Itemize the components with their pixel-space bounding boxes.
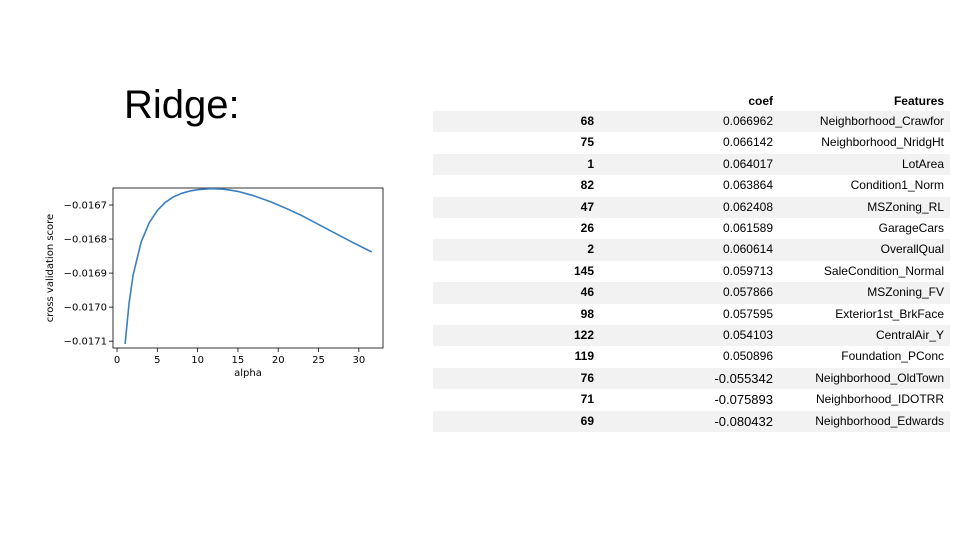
y-axis-label: cross validation score [45, 214, 56, 322]
x-tick-label: 0 [114, 355, 120, 366]
table-row: 46 0.057866 MSZoning_FV [433, 282, 950, 304]
row-coef: 0.066962 [604, 111, 779, 133]
table-row: 82 0.063864 Condition1_Norm [433, 175, 950, 196]
x-axis-label: alpha [234, 368, 262, 379]
coef-table: coef Features 68 0.066962 Neighborhood_Cra… [433, 92, 950, 433]
coef-table-container: coef Features 68 0.066962 Neighborhood_Cra… [433, 92, 950, 433]
features-header: Features [893, 94, 944, 108]
row-feature: Foundation_PConc [841, 349, 944, 364]
row-feature: OverallQual [779, 239, 950, 261]
row-feature: Neighborhood_OldTown [779, 367, 950, 390]
coef-header: coef [748, 94, 773, 108]
slide-title: Ridge: [124, 83, 240, 127]
row-coef: 0.050896 [722, 349, 773, 364]
row-feature: Condition1_Norm [850, 178, 944, 193]
row-coef: 0.066142 [722, 135, 773, 150]
table-row: 69 -0.080432 Neighborhood_Edwards [433, 410, 950, 433]
table-row: 119 0.050896 Foundation_PConc [433, 346, 950, 367]
y-tick-label: −0.0167 [64, 201, 107, 212]
x-tick-label: 5 [154, 355, 160, 366]
row-coef: 0.059713 [722, 263, 773, 278]
table-row: 75 0.066142 Neighborhood_NridgHt [433, 132, 950, 153]
row-coef: -0.080432 [604, 410, 779, 433]
row-index: 2 [433, 239, 604, 261]
x-tick-label: 15 [232, 355, 245, 366]
y-tick-label: −0.0171 [64, 337, 107, 348]
row-coef: 0.064017 [604, 153, 779, 176]
row-feature: Neighborhood_Crawfor [779, 111, 950, 133]
row-feature: MSZoning_RL [779, 196, 950, 219]
row-index: 76 [433, 367, 604, 390]
table-row: 122 0.054103 CentralAir_Y [433, 325, 950, 347]
row-feature: SaleCondition_Normal [823, 263, 944, 278]
chart-svg: 0 5 10 15 20 25 30 −0.0171 −0.0170 −0.0169 −0.0168… [45, 187, 384, 379]
row-feature: GarageCars [878, 221, 944, 236]
row-coef: 0.057866 [604, 282, 779, 304]
table-row: 47 0.062408 MSZoning_RL [433, 196, 950, 219]
row-coef: 0.063864 [722, 178, 773, 193]
row-index: 1 [433, 153, 604, 176]
y-tick-label: −0.0168 [64, 235, 107, 246]
x-tick-label: 30 [352, 355, 365, 366]
row-index: 47 [433, 196, 604, 219]
row-index: 26 [580, 221, 594, 236]
x-tick-label: 20 [272, 355, 285, 366]
row-coef: 0.054103 [604, 325, 779, 347]
row-index: 69 [433, 410, 604, 433]
table-row: 145 0.059713 SaleCondition_Normal [433, 261, 950, 282]
table-row: 2 0.060614 OverallQual [433, 239, 950, 261]
table-row: 26 0.061589 GarageCars [433, 218, 950, 239]
cv-score-line [124, 187, 373, 344]
row-feature: MSZoning_FV [779, 282, 950, 304]
row-index: 145 [573, 263, 594, 278]
table-row: 98 0.057595 Exterior1st_BrkFace [433, 304, 950, 325]
table-row: 68 0.066962 Neighborhood_Crawfor [433, 111, 950, 133]
row-index: 68 [433, 111, 604, 133]
row-feature: Neighborhood_NridgHt [821, 135, 944, 150]
row-index: 82 [580, 178, 594, 193]
row-index: 122 [433, 325, 604, 347]
table-row: 1 0.064017 LotArea [433, 153, 950, 176]
row-coef: -0.075893 [714, 392, 773, 408]
row-feature: Exterior1st_BrkFace [835, 306, 944, 321]
row-feature: Neighborhood_IDOTRR [815, 392, 944, 407]
index-header [433, 92, 604, 111]
table-row: 76 -0.055342 Neighborhood_OldTown [433, 367, 950, 390]
row-coef: 0.060614 [604, 239, 779, 261]
x-tick-label: 25 [312, 355, 325, 366]
row-feature: Neighborhood_Edwards [779, 410, 950, 433]
row-index: 98 [580, 306, 594, 321]
x-tick-label: 10 [191, 355, 204, 366]
table-body: 68 0.066962 Neighborhood_Crawfor 75 0.066142… [433, 111, 950, 433]
row-index: 119 [574, 349, 594, 364]
row-coef: 0.061589 [722, 221, 773, 236]
table-header-row: coef Features [433, 92, 950, 111]
row-coef: -0.055342 [604, 367, 779, 390]
row-feature: CentralAir_Y [779, 325, 950, 347]
y-tick-label: −0.0170 [64, 303, 107, 314]
row-coef: 0.057595 [722, 306, 773, 321]
row-coef: 0.062408 [604, 196, 779, 219]
row-index: 46 [433, 282, 604, 304]
row-feature: LotArea [779, 153, 950, 176]
plot-area-frame [112, 187, 384, 349]
y-tick-label: −0.0169 [64, 269, 107, 280]
row-index: 71 [580, 392, 594, 407]
cv-score-chart: 0 5 10 15 20 25 30 −0.0171 −0.0170 −0.0169 −0.0168… [40, 180, 400, 390]
row-index: 75 [580, 135, 594, 150]
table-row: 71 -0.075893 Neighborhood_IDOTRR [433, 389, 950, 410]
